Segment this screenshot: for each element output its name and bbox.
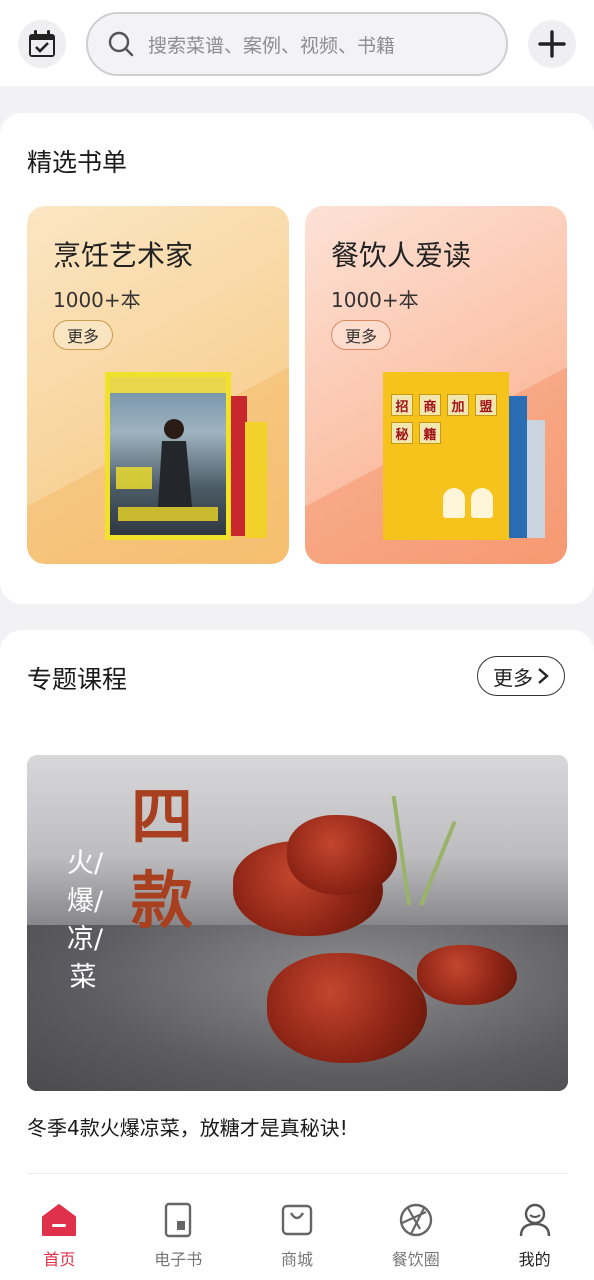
tab-label: 首页 bbox=[43, 1250, 76, 1269]
card-count: 1000+本 bbox=[53, 288, 141, 312]
book-cover: 招 商 加 盟 秘 籍 bbox=[383, 372, 509, 540]
book-cover-back bbox=[525, 420, 545, 538]
tab-mall[interactable]: 商城 bbox=[238, 1190, 357, 1280]
more-label: 更多 bbox=[493, 665, 533, 690]
course-banner[interactable]: 火/爆/凉/菜 四款 bbox=[27, 755, 568, 1091]
section-title: 精选书单 bbox=[27, 148, 128, 177]
calendar-check-icon bbox=[29, 30, 55, 57]
banner-headline: 四款 bbox=[130, 780, 193, 937]
cover-figure bbox=[443, 488, 465, 518]
search-icon bbox=[108, 31, 134, 57]
section-title: 专题课程 bbox=[27, 665, 128, 694]
card-title: 烹饪艺术家 bbox=[53, 239, 194, 272]
top-bar: 搜索菜谱、案例、视频、书籍 bbox=[0, 0, 594, 86]
food-piece bbox=[417, 945, 517, 1005]
tab-circle[interactable]: 餐饮圈 bbox=[356, 1190, 475, 1280]
cover-title-grid: 招 商 加 盟 秘 籍 bbox=[391, 394, 497, 444]
book-cover-back bbox=[507, 396, 527, 538]
food-piece bbox=[267, 953, 427, 1063]
cover-figure bbox=[471, 488, 493, 518]
bottom-tab-bar: 首页 电子书 商城 餐饮圈 我的 bbox=[0, 1190, 594, 1280]
add-button[interactable] bbox=[528, 20, 576, 68]
card-more-button[interactable]: 更多 bbox=[331, 320, 391, 350]
user-icon bbox=[519, 1203, 550, 1237]
home-icon bbox=[42, 1204, 77, 1236]
tab-label: 餐饮圈 bbox=[391, 1250, 440, 1269]
aperture-icon bbox=[399, 1203, 432, 1237]
course-caption[interactable]: 冬季4款火爆凉菜，放糖才是真秘诀! bbox=[27, 1112, 348, 1141]
tab-home[interactable]: 首页 bbox=[0, 1190, 119, 1280]
chevron-right-icon bbox=[538, 668, 549, 684]
booklist-card-chef[interactable]: 烹饪艺术家 1000+本 更多 bbox=[27, 206, 289, 564]
tab-label: 我的 bbox=[518, 1250, 551, 1269]
card-title: 餐饮人爱读 bbox=[331, 239, 472, 272]
cover-photo-figure bbox=[110, 377, 226, 521]
banner-vertical-text: 火/爆/凉/菜 bbox=[67, 848, 104, 993]
booklist-card-restaurant[interactable]: 餐饮人爱读 1000+本 更多 招 商 加 盟 秘 籍 bbox=[305, 206, 567, 564]
shopping-bag-icon bbox=[281, 1204, 313, 1236]
search-bar[interactable]: 搜索菜谱、案例、视频、书籍 bbox=[86, 12, 508, 76]
herb-decoration bbox=[419, 820, 457, 906]
tab-ebook[interactable]: 电子书 bbox=[119, 1190, 238, 1280]
calendar-button[interactable] bbox=[18, 20, 66, 68]
booklist-section: 精选书单 烹饪艺术家 1000+本 更多 餐饮人爱读 1000+本 更多 招 商… bbox=[0, 113, 594, 604]
search-placeholder: 搜索菜谱、案例、视频、书籍 bbox=[148, 34, 396, 57]
divider bbox=[27, 1173, 568, 1174]
courses-more-button[interactable]: 更多 bbox=[477, 656, 565, 696]
ebook-icon bbox=[164, 1202, 192, 1238]
tab-mine[interactable]: 我的 bbox=[475, 1190, 594, 1280]
food-piece bbox=[287, 815, 397, 895]
card-more-button[interactable]: 更多 bbox=[53, 320, 113, 350]
tab-label: 电子书 bbox=[154, 1250, 203, 1269]
book-cover bbox=[105, 372, 231, 540]
book-cover-back bbox=[245, 422, 267, 538]
plus-icon bbox=[538, 30, 566, 58]
courses-section: 专题课程 更多 火/爆/凉/菜 四款 冬季4款火爆凉菜，放糖才是真秘诀! bbox=[0, 630, 594, 1190]
card-count: 1000+本 bbox=[331, 288, 419, 312]
tab-label: 商城 bbox=[280, 1250, 313, 1269]
